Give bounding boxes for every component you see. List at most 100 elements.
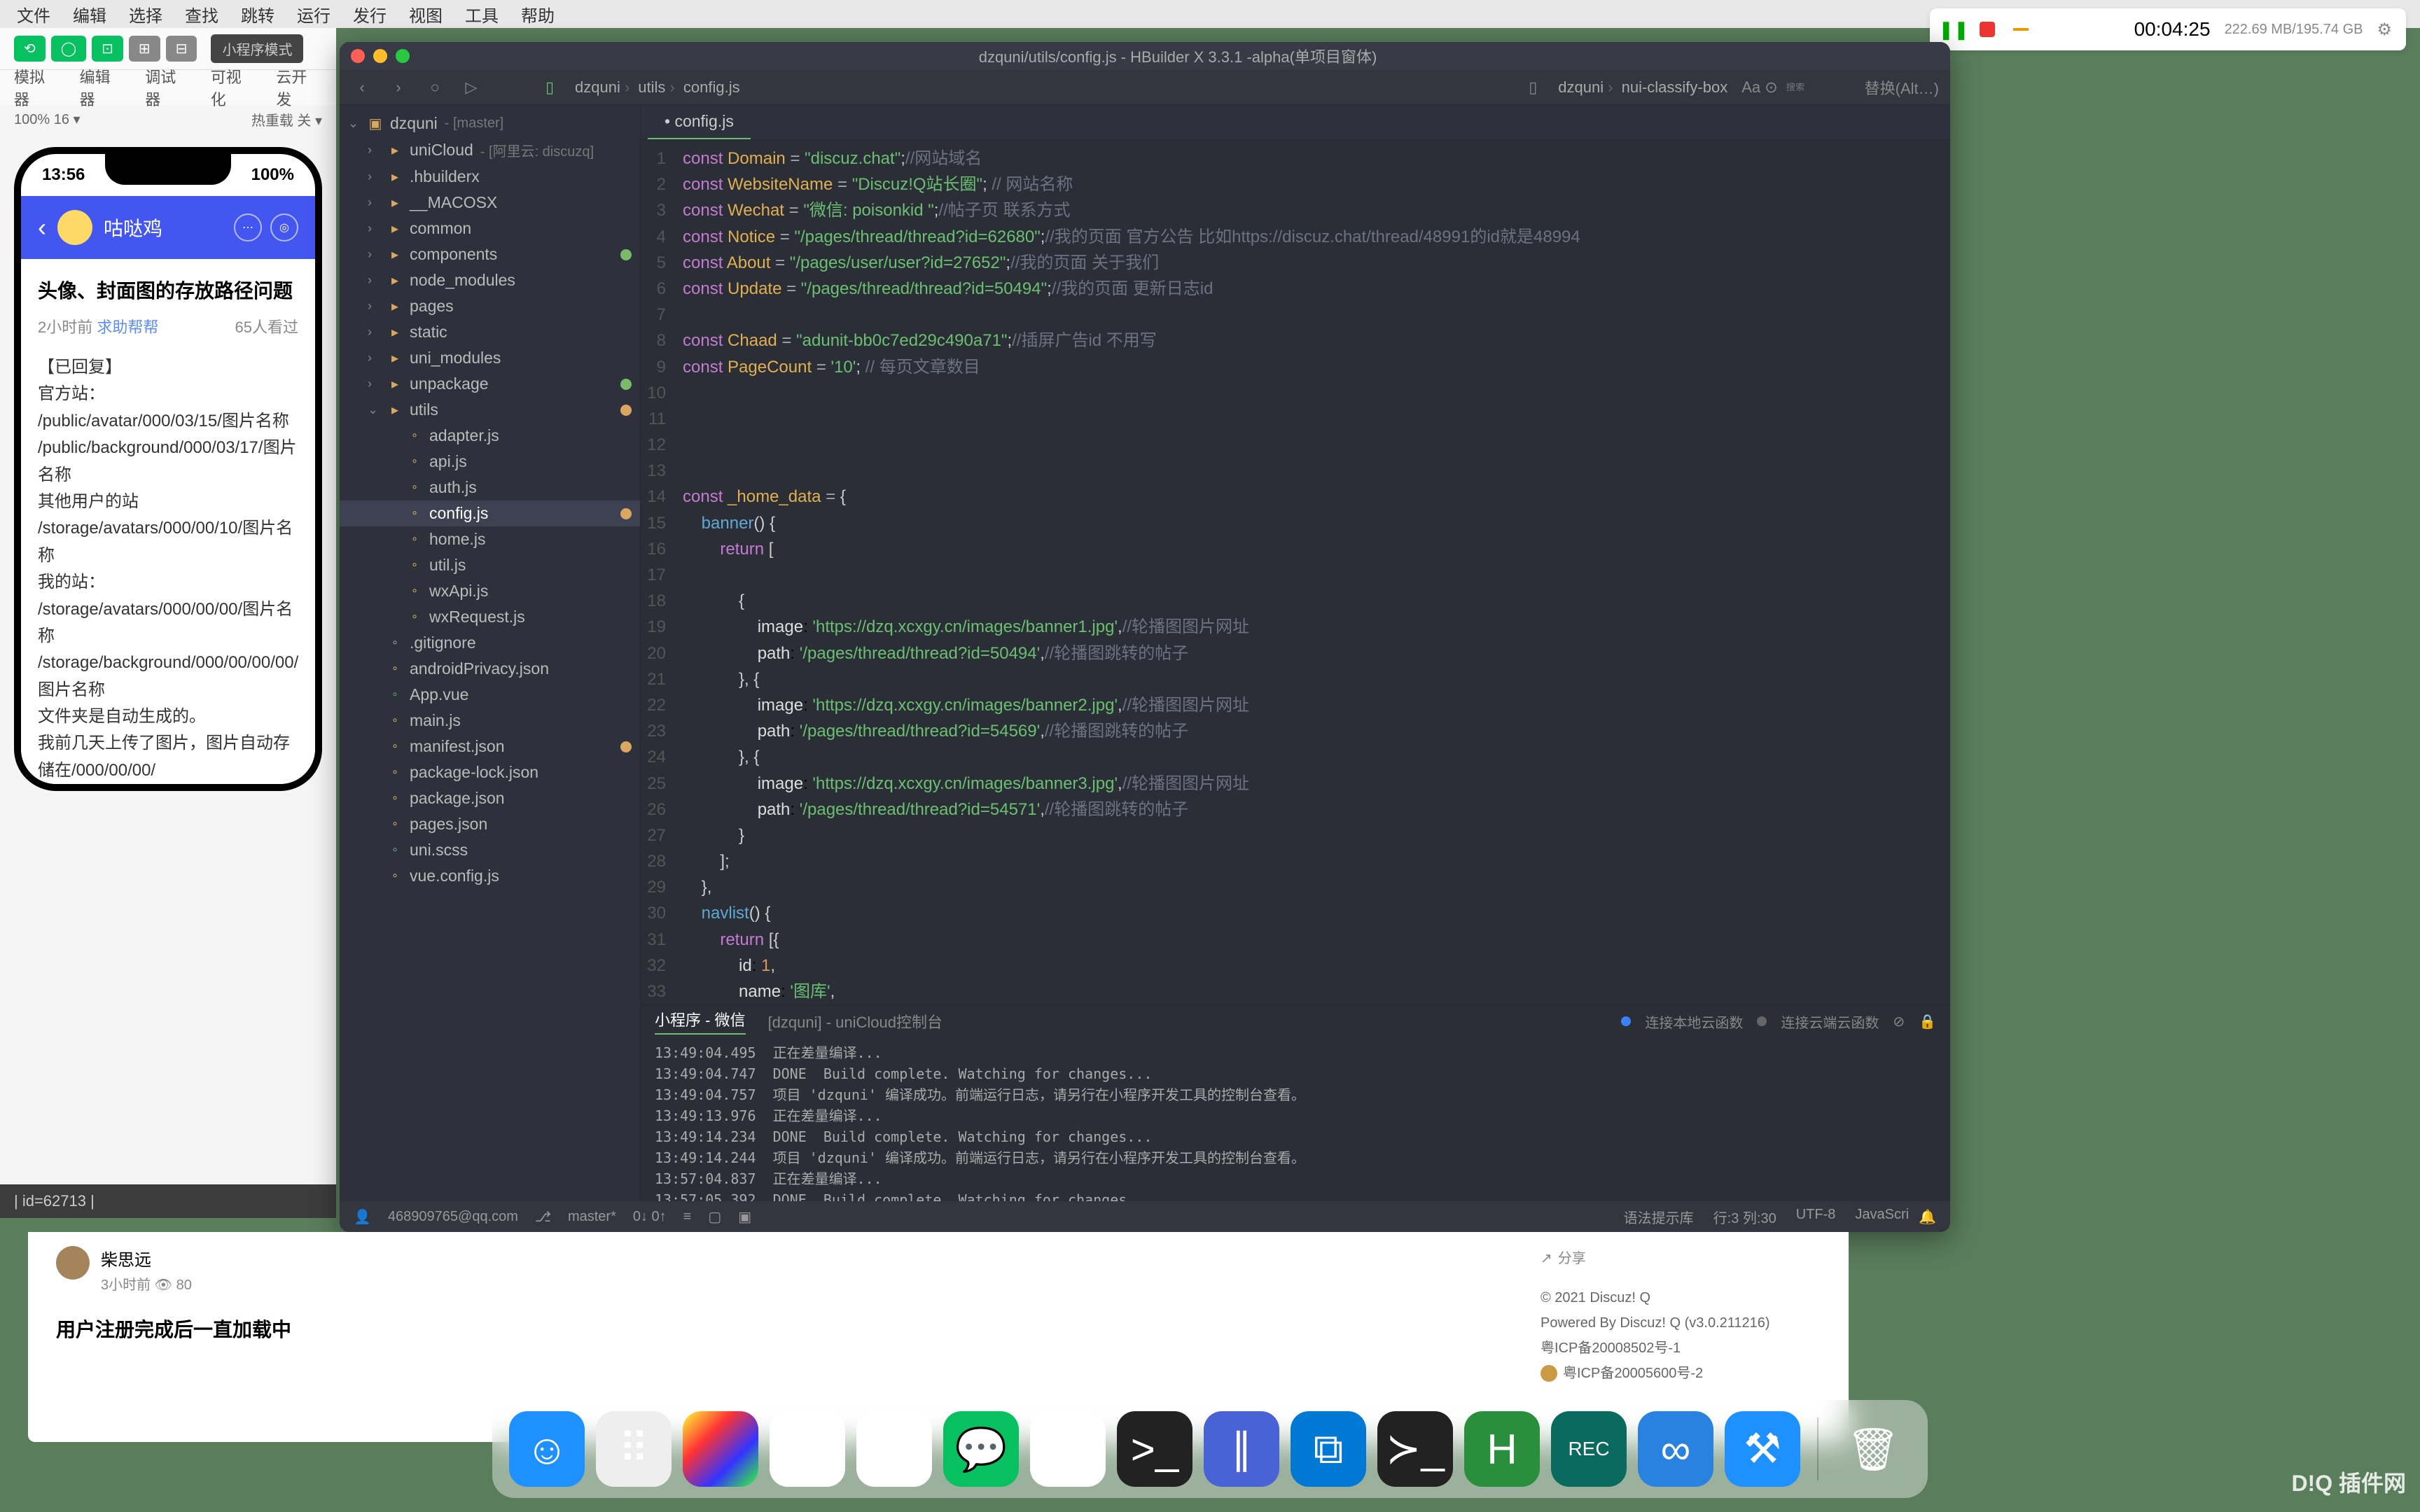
minimize-icon[interactable] xyxy=(373,49,387,63)
browser-avatar[interactable] xyxy=(56,1246,90,1280)
sim-hotreload[interactable]: 热重载 关 ▾ xyxy=(251,109,322,130)
dock-finder[interactable]: ☺ xyxy=(509,1411,585,1487)
sim-zoom-value[interactable]: 100% 16 ▾ xyxy=(14,111,81,128)
menu-file[interactable]: 文件 xyxy=(17,2,50,27)
tree-item-wxRequest-js[interactable]: ◦wxRequest.js xyxy=(340,604,640,630)
tree-item-common[interactable]: ›▸common xyxy=(340,216,640,241)
search-input[interactable] xyxy=(1786,82,1856,92)
tree-item-static[interactable]: ›▸static xyxy=(340,319,640,345)
more-icon[interactable]: ⋯ xyxy=(234,214,262,241)
code-line-9[interactable]: 9const PageCount = '10'; // 每页文章数目 xyxy=(641,354,1950,380)
tree-item-uniCloud[interactable]: ›▸uniCloud- [阿里云: discuzq] xyxy=(340,136,640,164)
code-line-32[interactable]: 32 id: 1, xyxy=(641,953,1950,979)
dock-parallels[interactable]: ∥ xyxy=(1204,1411,1279,1487)
dock-launchpad[interactable]: ⠿ xyxy=(596,1411,672,1487)
tree-item-manifest-json[interactable]: ◦manifest.json xyxy=(340,734,640,760)
status-box-icon[interactable]: ▢ xyxy=(708,1208,721,1226)
menu-goto[interactable]: 跳转 xyxy=(241,2,274,27)
dock-wechat[interactable]: 💬 xyxy=(943,1411,1019,1487)
dock-chrome[interactable]: ◉ xyxy=(770,1411,845,1487)
code-line-28[interactable]: 28 ]; xyxy=(641,848,1950,874)
code-line-8[interactable]: 8const Chaad = "adunit-bb0c7ed29c490a71"… xyxy=(641,328,1950,354)
dock-browser1[interactable] xyxy=(683,1411,758,1487)
console-tab-wechat[interactable]: 小程序 - 微信 xyxy=(655,1008,746,1035)
code-line-31[interactable]: 31 return [{ xyxy=(641,927,1950,953)
dock-vscode[interactable]: ⧉ xyxy=(1291,1411,1366,1487)
code-line-11[interactable]: 11 xyxy=(641,406,1950,432)
menu-release[interactable]: 发行 xyxy=(353,2,387,27)
tree-item-uni-scss[interactable]: ◦uni.scss xyxy=(340,837,640,863)
code-line-17[interactable]: 17 xyxy=(641,562,1950,588)
code-line-4[interactable]: 4const Notice = "/pages/thread/thread?id… xyxy=(641,224,1950,250)
close-icon[interactable] xyxy=(351,49,365,63)
tree-item-node_modules[interactable]: ›▸node_modules xyxy=(340,267,640,293)
code-editor[interactable]: 1const Domain = "discuz.chat";//网站域名2con… xyxy=(641,140,1950,1005)
share-button[interactable]: ↗ 分享 xyxy=(1541,1246,1835,1271)
sim-tab-editor[interactable]: 编辑器 xyxy=(80,65,126,110)
tree-item-home-js[interactable]: ◦home.js xyxy=(340,526,640,552)
tree-item-androidPrivacy-json[interactable]: ◦androidPrivacy.json xyxy=(340,656,640,682)
menu-help[interactable]: 帮助 xyxy=(521,2,555,27)
tab-configjs[interactable]: • config.js xyxy=(648,105,751,139)
back-icon[interactable]: ‹ xyxy=(351,76,373,99)
dock-rec[interactable]: REC xyxy=(1551,1411,1627,1487)
sim-mode-label[interactable]: 小程序模式 xyxy=(211,34,303,63)
code-line-1[interactable]: 1const Domain = "discuz.chat";//网站域名 xyxy=(641,146,1950,172)
status-term-icon[interactable]: ▣ xyxy=(738,1208,751,1226)
tree-item-pages[interactable]: ›▸pages xyxy=(340,293,640,319)
code-line-12[interactable]: 12 xyxy=(641,432,1950,458)
dock-terminal[interactable]: >_ xyxy=(1117,1411,1192,1487)
record-stop-button[interactable] xyxy=(1977,20,1997,39)
file-tree[interactable]: ⌄▣ dzquni - [master] ›▸uniCloud- [阿里云: d… xyxy=(340,105,641,1201)
sim-btn-3[interactable]: ⊡ xyxy=(92,36,123,62)
code-line-15[interactable]: 15 banner() { xyxy=(641,510,1950,536)
phone-icon[interactable]: ▯ xyxy=(538,76,561,99)
tree-item-__MACOSX[interactable]: ›▸__MACOSX xyxy=(340,190,640,216)
crumb-file[interactable]: config.js xyxy=(683,78,740,97)
tree-item-auth-js[interactable]: ◦auth.js xyxy=(340,475,640,500)
phone-icon-2[interactable]: ▯ xyxy=(1522,76,1544,99)
status-user[interactable]: 468909765@qq.com xyxy=(388,1209,518,1225)
dock-trash[interactable]: 🗑 xyxy=(1835,1411,1911,1487)
console-tab-unicloud[interactable]: [dzquni] - uniCloud控制台 xyxy=(768,1010,943,1032)
tree-item-util-js[interactable]: ◦util.js xyxy=(340,552,640,578)
code-line-2[interactable]: 2const WebsiteName = "Discuz!Q站长圈"; // 网… xyxy=(641,172,1950,197)
sim-btn-5[interactable]: ⊟ xyxy=(166,36,197,62)
sim-btn-1[interactable]: ⟲ xyxy=(14,36,46,62)
stop-icon[interactable]: ○ xyxy=(424,76,446,99)
tree-root[interactable]: ⌄▣ dzquni - [master] xyxy=(340,111,640,136)
dock-app1[interactable]: ∞ xyxy=(1638,1411,1713,1487)
sim-tab-debugger[interactable]: 调试器 xyxy=(145,65,191,110)
maximize-icon[interactable] xyxy=(396,49,410,63)
browser-post-title[interactable]: 用户注册完成后一直加载中 xyxy=(56,1315,1498,1343)
browser-author[interactable]: 柴思远 xyxy=(101,1246,192,1270)
code-line-25[interactable]: 25 image: 'https://dzq.xcxgy.cn/images/b… xyxy=(641,771,1950,797)
tree-item--hbuilderx[interactable]: ›▸.hbuilderx xyxy=(340,164,640,190)
tree-item-adapter-js[interactable]: ◦adapter.js xyxy=(340,423,640,449)
avatar[interactable] xyxy=(57,210,92,245)
crumb-r2[interactable]: nui-classify-box xyxy=(1622,78,1728,97)
menu-tools[interactable]: 工具 xyxy=(465,2,499,27)
tree-item-pages-json[interactable]: ◦pages.json xyxy=(340,811,640,837)
status-user-icon[interactable]: 👤 xyxy=(354,1208,371,1226)
status-bell-icon[interactable]: 🔔 xyxy=(1919,1208,1936,1226)
console-output[interactable]: 13:49:04.495 正在差量编译... 13:49:04.747 DONE… xyxy=(641,1037,1950,1201)
status-encoding[interactable]: UTF-8 xyxy=(1796,1207,1836,1227)
cloud-local[interactable]: 连接本地云函数 xyxy=(1645,1011,1743,1032)
sim-btn-2[interactable]: ◯ xyxy=(51,36,86,62)
dock-iterm[interactable]: ≻_ xyxy=(1377,1411,1453,1487)
sim-btn-4[interactable]: ⊞ xyxy=(129,36,160,62)
code-line-5[interactable]: 5const About = "/pages/user/user?id=2765… xyxy=(641,250,1950,276)
code-line-22[interactable]: 22 image: 'https://dzq.xcxgy.cn/images/b… xyxy=(641,692,1950,718)
forward-icon[interactable]: › xyxy=(387,76,410,99)
code-line-30[interactable]: 30 navlist() { xyxy=(641,900,1950,926)
dock-xcode[interactable]: ⚒ xyxy=(1725,1411,1800,1487)
menu-run[interactable]: 运行 xyxy=(297,2,331,27)
tree-item-unpackage[interactable]: ›▸unpackage xyxy=(340,371,640,397)
crumb-folder[interactable]: utils xyxy=(638,78,675,97)
dock-hbuilder[interactable]: H xyxy=(1464,1411,1540,1487)
icp-2[interactable]: 粤ICP备20005600号-2 xyxy=(1563,1361,1703,1386)
record-settings-icon[interactable]: ⚙ xyxy=(2377,20,2392,40)
code-line-13[interactable]: 13 xyxy=(641,458,1950,484)
code-line-19[interactable]: 19 image: 'https://dzq.xcxgy.cn/images/b… xyxy=(641,614,1950,640)
